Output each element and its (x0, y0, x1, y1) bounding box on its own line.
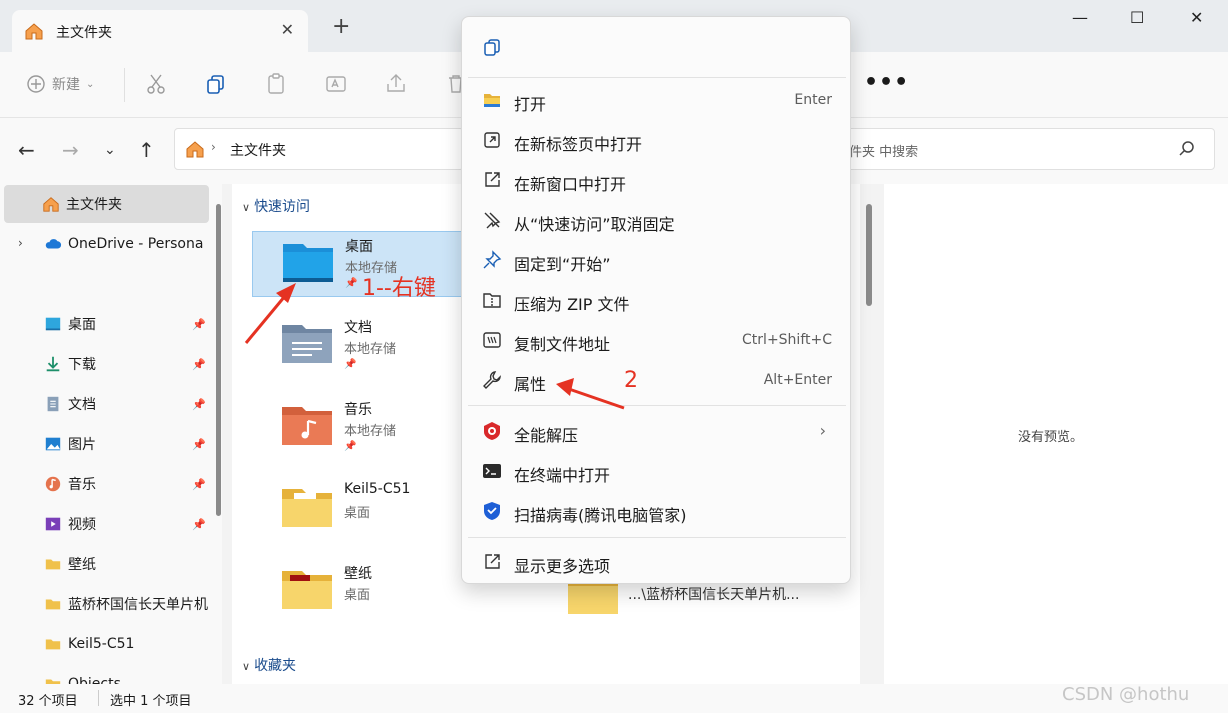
annotation-arrow-2 (565, 386, 625, 410)
annotation-arrows (244, 283, 625, 410)
annotation-arrowhead-1 (276, 283, 296, 303)
annotation-step-2: 2 (624, 368, 638, 393)
annotation-step-1: 1--右键 (362, 276, 436, 301)
annotation-arrowhead-2 (556, 378, 574, 396)
